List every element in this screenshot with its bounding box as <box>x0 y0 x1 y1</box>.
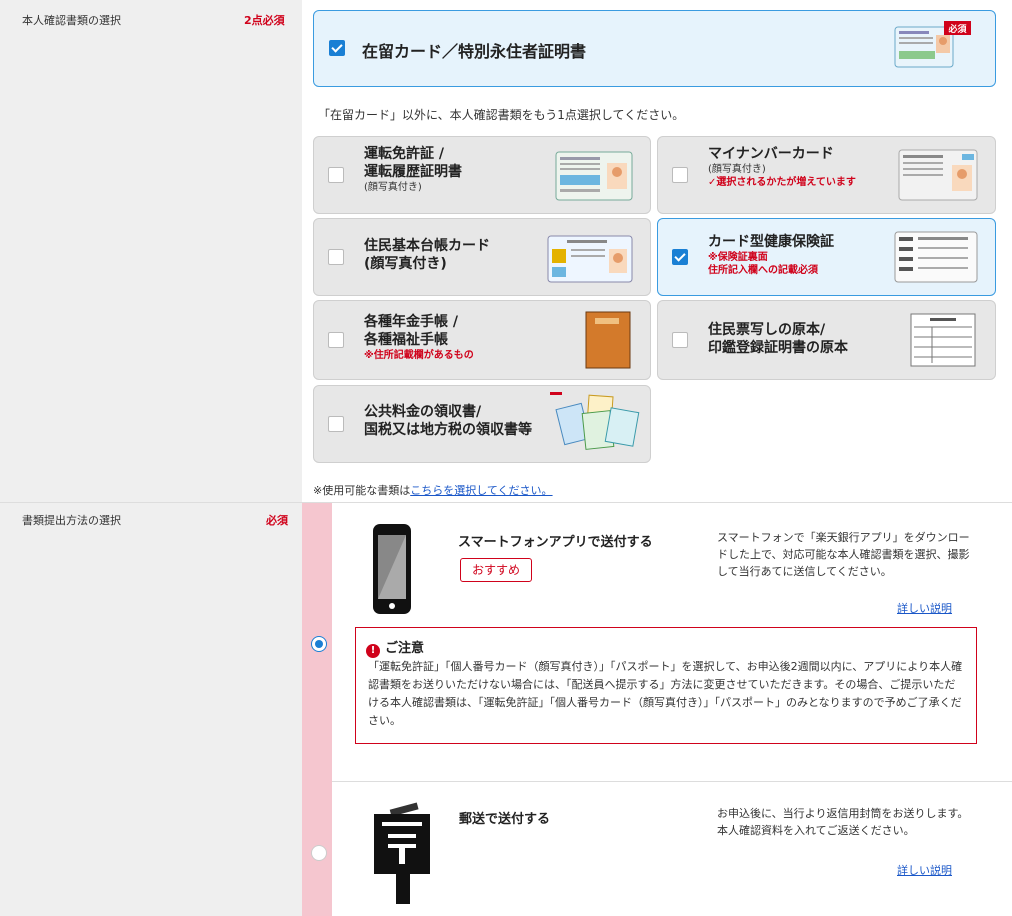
doc-label: 各種福祉手帳 <box>364 332 448 348</box>
receipts-icon <box>550 392 640 450</box>
section-divider <box>0 502 1012 503</box>
doc-checkbox[interactable] <box>328 416 344 432</box>
warning-box: ! ご注意 「運転免許証」「個人番号カード（顔写真付き）」「パスポート」を選択して… <box>355 627 977 744</box>
method-app-detail-link[interactable]: 詳しい説明 <box>897 600 952 616</box>
warning-body: 「運転免許証」「個人番号カード（顔写真付き）」「パスポート」を選択して、お申込後… <box>368 660 963 727</box>
doc-checkbox[interactable] <box>672 332 688 348</box>
doc-label: (顔写真付き) <box>364 256 447 272</box>
method-mail-title: 郵送で送付する <box>459 812 551 827</box>
alert-icon: ! <box>366 644 380 658</box>
postbox-icon <box>374 802 430 904</box>
required-badge: 必須 <box>947 23 967 35</box>
residence-card-checkbox[interactable] <box>329 40 345 56</box>
usable-docs-note: ※使用可能な書類はこちらを選択してください。 <box>313 482 553 498</box>
doc-checkbox[interactable] <box>328 167 344 183</box>
health-insurance-icon <box>894 231 978 283</box>
doc-label: 運転免許証 / <box>364 146 444 162</box>
doc-checkbox[interactable] <box>672 167 688 183</box>
doc-label: 公共料金の領収書/ <box>364 404 482 420</box>
doc-sub: (顔写真付き) <box>708 164 766 175</box>
method-divider <box>332 781 1012 782</box>
juki-card-icon <box>547 235 633 283</box>
warning-title-text: ご注意 <box>385 641 425 656</box>
doc-option-mynumber[interactable]: マイナンバーカード (顔写真付き) ✓選択されるかたが増えています <box>657 136 996 214</box>
method-app-radio[interactable] <box>311 636 327 652</box>
doc-checkbox[interactable] <box>328 249 344 265</box>
doc-note: 住所記入欄への記載必須 <box>708 265 818 276</box>
driver-license-icon <box>555 151 633 201</box>
usable-docs-link[interactable]: こちらを選択してください。 <box>410 484 552 497</box>
method-mail-radio[interactable] <box>311 845 327 861</box>
doc-option-pension-book[interactable]: 各種年金手帳 / 各種福祉手帳 ※住所記載欄があるもの <box>313 300 651 380</box>
doc-checkbox[interactable] <box>328 332 344 348</box>
smartphone-icon <box>373 524 411 614</box>
juminhyo-icon <box>910 313 976 367</box>
doc-sub: (顔写真付き) <box>364 182 422 193</box>
label-column <box>0 0 302 916</box>
mynumber-card-icon <box>898 149 978 201</box>
doc-label: カード型健康保険証 <box>708 234 834 250</box>
doc-option-receipt[interactable]: 公共料金の領収書/ 国税又は地方税の領収書等 <box>313 385 651 463</box>
method-mail-detail-link[interactable]: 詳しい説明 <box>897 862 952 878</box>
residence-card-image-icon: 必須 <box>894 21 971 68</box>
usable-note-prefix: ※使用可能な書類は <box>313 484 411 497</box>
section-doc-label: 本人確認書類の選択 <box>22 14 121 27</box>
doc-label: 住民基本台帳カード <box>364 238 490 254</box>
section-method-label: 書類提出方法の選択 <box>22 514 121 527</box>
doc-option-juminhyo[interactable]: 住民票写しの原本/ 印鑑登録証明書の原本 <box>657 300 996 380</box>
method-app-title: スマートフォンアプリで送付する <box>458 535 653 550</box>
doc-note: ✓選択されるかたが増えています <box>708 177 856 188</box>
warning-title: ! ご注意 <box>366 637 424 658</box>
doc-label: 印鑑登録証明書の原本 <box>708 340 848 356</box>
method-app-desc: スマートフォンで「楽天銀行アプリ」をダウンロードした上で、対応可能な本人確認書類… <box>717 531 970 578</box>
doc-label: 住民票写しの原本/ <box>708 322 826 338</box>
doc-option-driver-license[interactable]: 運転免許証 / 運転履歴証明書 (顔写真付き) <box>313 136 651 214</box>
pension-book-icon <box>585 311 631 369</box>
doc-option-juki-card[interactable]: 住民基本台帳カード (顔写真付き) <box>313 218 651 296</box>
instruction-text: 「在留カード」以外に、本人確認書類をもう1点選択してください。 <box>318 108 685 122</box>
doc-option-health-insurance[interactable]: カード型健康保険証 ※保険証裏面 住所記入欄への記載必須 <box>657 218 996 296</box>
section-method-required: 必須 <box>266 514 288 527</box>
method-mail-desc: お申込後に、当行より返信用封筒をお送りします。本人確認資料を入れてご返送ください… <box>717 807 969 837</box>
residence-card-title: 在留カード／特別永住者証明書 <box>362 42 587 61</box>
doc-note: ※住所記載欄があるもの <box>364 350 474 361</box>
doc-label: 運転履歴証明書 <box>364 164 462 180</box>
doc-note: ※保険証裏面 <box>708 252 768 263</box>
residence-card-option[interactable]: 在留カード／特別永住者証明書 必須 <box>313 10 996 87</box>
doc-label: マイナンバーカード <box>708 146 834 162</box>
doc-label: 各種年金手帳 / <box>364 314 458 330</box>
section-doc-required: 2点必須 <box>244 14 285 27</box>
doc-checkbox[interactable] <box>672 249 688 265</box>
recommended-badge: おすすめ <box>460 558 532 582</box>
doc-label: 国税又は地方税の領収書等 <box>364 422 532 438</box>
